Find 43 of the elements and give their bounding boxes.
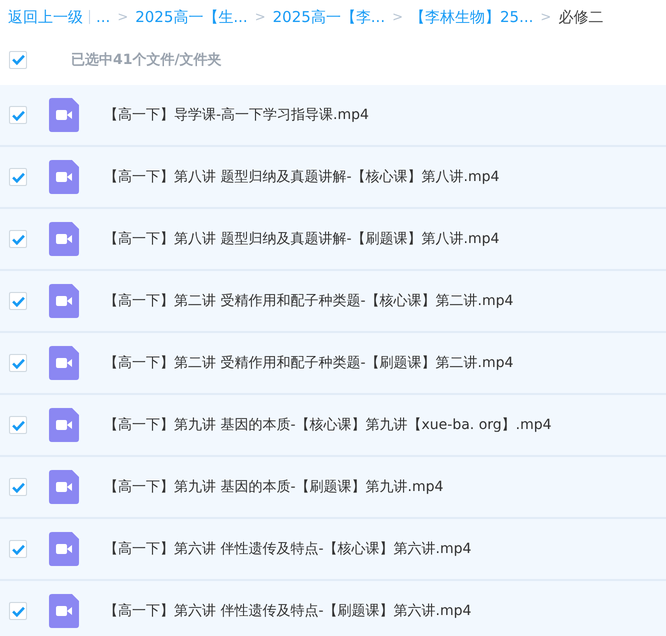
file-checkbox[interactable] — [9, 230, 27, 248]
file-name[interactable]: 【高一下】第六讲 伴性遗传及特点-【刷题课】第六讲.mp4 — [104, 602, 472, 620]
video-file-icon — [49, 594, 79, 628]
file-row[interactable]: 【高一下】第六讲 伴性遗传及特点-【刷题课】第六讲.mp4 — [0, 581, 666, 636]
file-checkbox[interactable] — [9, 540, 27, 558]
file-name[interactable]: 【高一下】第九讲 基因的本质-【刷题课】第九讲.mp4 — [104, 478, 444, 496]
breadcrumb-separator: > — [117, 10, 128, 24]
breadcrumb-separator: > — [540, 10, 552, 24]
select-all-checkbox[interactable] — [9, 50, 27, 68]
file-name[interactable]: 【高一下】第二讲 受精作用和配子种类题-【核心课】第二讲.mp4 — [104, 292, 514, 310]
file-checkbox[interactable] — [9, 478, 27, 496]
file-row[interactable]: 【高一下】第九讲 基因的本质-【核心课】第九讲【xue-ba. org】.mp4 — [0, 395, 666, 457]
file-name[interactable]: 【高一下】第八讲 题型归纳及真题讲解-【刷题课】第八讲.mp4 — [104, 230, 500, 248]
file-row[interactable]: 【高一下】第九讲 基因的本质-【刷题课】第九讲.mp4 — [0, 457, 666, 519]
file-row[interactable]: 【高一下】第八讲 题型归纳及真题讲解-【核心课】第八讲.mp4 — [0, 147, 666, 209]
file-row[interactable]: 【高一下】第六讲 伴性遗传及特点-【核心课】第六讲.mp4 — [0, 519, 666, 581]
video-file-icon — [49, 408, 79, 442]
breadcrumb-separator: > — [392, 10, 403, 24]
video-file-icon — [49, 160, 79, 194]
file-name[interactable]: 【高一下】第二讲 受精作用和配子种类题-【刷题课】第二讲.mp4 — [104, 354, 514, 372]
file-name[interactable]: 【高一下】第八讲 题型归纳及真题讲解-【核心课】第八讲.mp4 — [104, 168, 500, 186]
file-row[interactable]: 【高一下】第二讲 受精作用和配子种类题-【刷题课】第二讲.mp4 — [0, 333, 666, 395]
file-row[interactable]: 【高一下】导学课-高一下学习指导课.mp4 — [0, 85, 666, 147]
file-row[interactable]: 【高一下】第二讲 受精作用和配子种类题-【核心课】第二讲.mp4 — [0, 271, 666, 333]
file-checkbox[interactable] — [9, 168, 27, 186]
current-folder-name: 必修二 — [558, 8, 604, 26]
file-name[interactable]: 【高一下】第九讲 基因的本质-【核心课】第九讲【xue-ba. org】.mp4 — [104, 416, 552, 434]
file-checkbox[interactable] — [9, 416, 27, 434]
video-file-icon — [49, 470, 79, 504]
selection-count: 已选中41个文件/文件夹 — [71, 50, 222, 68]
file-checkbox[interactable] — [9, 602, 27, 620]
file-name[interactable]: 【高一下】第六讲 伴性遗传及特点-【核心课】第六讲.mp4 — [104, 540, 472, 558]
file-checkbox[interactable] — [9, 106, 27, 124]
video-file-icon — [49, 284, 79, 318]
video-file-icon — [49, 532, 79, 566]
breadcrumb-separator: > — [254, 10, 266, 24]
file-name[interactable]: 【高一下】导学课-高一下学习指导课.mp4 — [104, 106, 369, 124]
video-file-icon — [49, 222, 79, 256]
video-file-icon — [49, 346, 79, 380]
file-row[interactable]: 【高一下】第八讲 题型归纳及真题讲解-【刷题课】第八讲.mp4 — [0, 209, 666, 271]
file-checkbox[interactable] — [9, 292, 27, 310]
video-file-icon — [49, 98, 79, 132]
file-checkbox[interactable] — [9, 354, 27, 372]
